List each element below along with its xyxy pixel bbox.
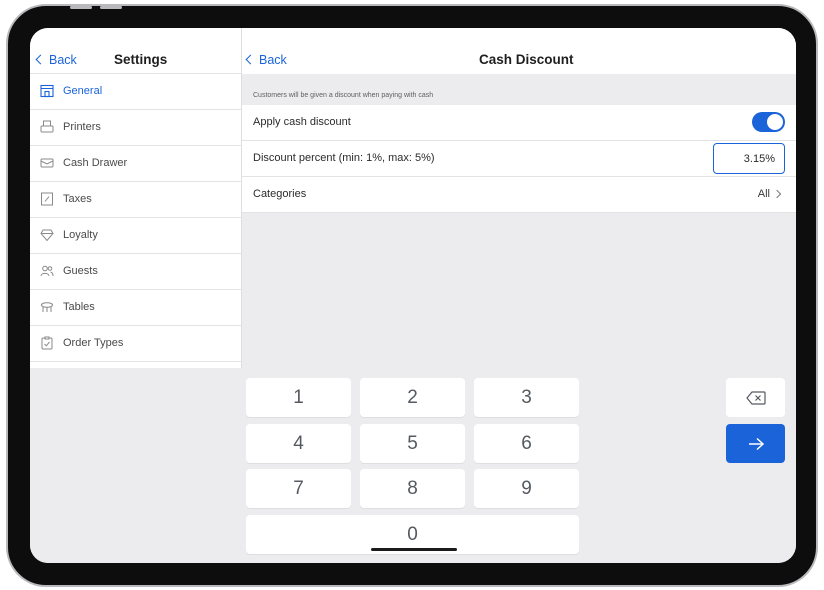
chevron-left-icon: [35, 54, 46, 65]
sidebar-item-cash-drawer[interactable]: Cash Drawer: [30, 146, 242, 182]
tablet-screen: Back Settings General Printers Cash Draw…: [30, 28, 796, 563]
sidebar-item-label: Loyalty: [63, 229, 98, 241]
table-icon: [41, 302, 53, 312]
settings-header: Back Settings: [30, 28, 241, 74]
sidebar-item-printers[interactable]: Printers: [30, 110, 242, 146]
cash-discount-panel: Back Cash Discount Customers will be giv…: [242, 28, 796, 368]
clipboard-check-icon: [41, 336, 53, 350]
discount-percent-label: Discount percent (min: 1%, max: 5%): [253, 152, 435, 164]
key-5[interactable]: 5: [360, 424, 465, 463]
key-8[interactable]: 8: [360, 469, 465, 508]
key-3[interactable]: 3: [474, 378, 579, 417]
numeric-keypad: 1 2 3 4 5 6 7 8 9 0: [30, 368, 796, 563]
cash-discount-hint: Customers will be given a discount when …: [253, 92, 434, 99]
sidebar-item-label: Cash Drawer: [63, 157, 128, 169]
store-icon: [40, 84, 54, 98]
tax-icon: [41, 192, 53, 206]
settings-title: Settings: [114, 52, 168, 67]
diamond-icon: [40, 229, 54, 242]
printer-icon: [40, 120, 54, 133]
sidebar-item-guests[interactable]: Guests: [30, 254, 242, 290]
cash-discount-header: Back Cash Discount: [242, 28, 796, 74]
sidebar-item-label: Order Types: [63, 337, 124, 349]
sidebar-item-order-types[interactable]: Order Types: [30, 326, 242, 362]
settings-sidebar: Back Settings General Printers Cash Draw…: [30, 28, 242, 368]
volume-button: [70, 6, 92, 9]
sidebar-item-tables[interactable]: Tables: [30, 290, 242, 326]
key-2[interactable]: 2: [360, 378, 465, 417]
sidebar-item-loyalty[interactable]: Loyalty: [30, 218, 242, 254]
sidebar-item-general[interactable]: General: [30, 74, 242, 110]
discount-percent-row: Discount percent (min: 1%, max: 5%): [242, 141, 796, 177]
sidebar-item-label: General: [63, 85, 103, 97]
discount-percent-input[interactable]: [713, 143, 785, 174]
backspace-icon: [745, 390, 766, 405]
key-7[interactable]: 7: [246, 469, 351, 508]
sidebar-item-label: Printers: [63, 121, 101, 133]
toggle-knob: [767, 114, 783, 130]
apply-cash-discount-row: Apply cash discount: [242, 105, 796, 141]
back-label: Back: [49, 53, 77, 67]
cash-drawer-icon: [40, 158, 54, 168]
detail-back-button[interactable]: Back: [245, 53, 287, 67]
apply-cash-discount-toggle[interactable]: [752, 112, 785, 132]
sidebar-item-label: Taxes: [63, 193, 92, 205]
key-6[interactable]: 6: [474, 424, 579, 463]
back-label: Back: [259, 53, 287, 67]
key-9[interactable]: 9: [474, 469, 579, 508]
categories-label: Categories: [253, 188, 307, 200]
sidebar-item-label: Tables: [63, 301, 95, 313]
arrow-right-icon: [748, 437, 764, 450]
key-4[interactable]: 4: [246, 424, 351, 463]
guests-icon: [40, 265, 54, 277]
chevron-right-icon: [772, 189, 782, 199]
apply-cash-discount-label: Apply cash discount: [253, 116, 351, 128]
enter-button[interactable]: [726, 424, 785, 463]
categories-row[interactable]: Categories All: [242, 177, 796, 213]
key-1[interactable]: 1: [246, 378, 351, 417]
page-title: Cash Discount: [479, 52, 574, 67]
backspace-button[interactable]: [726, 378, 785, 417]
sidebar-item-label: Guests: [63, 265, 98, 277]
sidebar-item-taxes[interactable]: Taxes: [30, 182, 242, 218]
volume-button: [100, 6, 122, 9]
home-indicator[interactable]: [371, 548, 457, 551]
settings-back-button[interactable]: Back: [35, 53, 77, 67]
categories-value: All: [757, 188, 770, 200]
chevron-left-icon: [245, 54, 256, 65]
